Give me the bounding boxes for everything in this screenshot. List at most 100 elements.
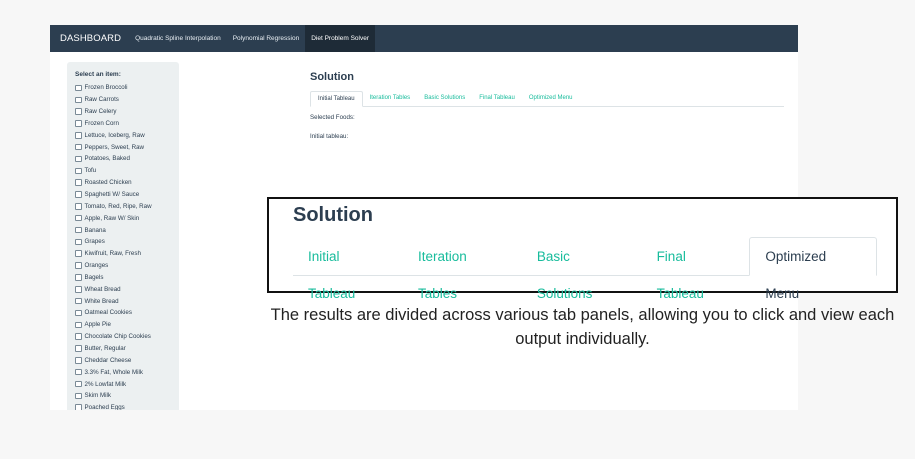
navbar-brand[interactable]: DASHBOARD (50, 25, 129, 52)
food-item[interactable]: Tofu (75, 165, 152, 177)
food-item[interactable]: Raw Celery (75, 106, 152, 118)
checkbox[interactable] (75, 357, 82, 364)
selected-foods-label: Selected Foods: (310, 114, 355, 121)
checkbox[interactable] (75, 250, 82, 257)
food-item[interactable]: Skim Milk (75, 390, 152, 402)
food-item-label: Tomato, Red, Ripe, Raw (84, 202, 152, 210)
checkbox[interactable] (75, 167, 82, 175)
food-item-label: Frozen Broccoli (84, 84, 128, 92)
food-item[interactable]: Grapes (75, 236, 152, 248)
zoomed-tab-optimized-menu[interactable]: Optimized Menu (749, 237, 877, 301)
food-item[interactable]: Chocolate Chip Cookies (75, 331, 152, 343)
food-item-label: Lettuce, Iceberg, Raw (84, 131, 145, 139)
food-item[interactable]: Potatoes, Baked (75, 153, 152, 165)
checkbox[interactable] (75, 143, 82, 151)
top-navbar: DASHBOARD Quadratic Spline Interpolation… (50, 25, 798, 52)
food-item[interactable]: Spaghetti W/ Sauce (75, 189, 152, 201)
checkbox[interactable] (75, 132, 82, 139)
food-item[interactable]: Peppers, Sweet, Raw (75, 141, 152, 153)
food-checkbox-list: Frozen Broccoli Raw Carrots Raw Celery Froz… (75, 82, 152, 410)
checkbox[interactable] (75, 368, 82, 376)
food-item[interactable]: Apple Pie (75, 319, 152, 331)
food-item-label: 2% Lowfat Milk (84, 380, 127, 388)
food-item-label: Frozen Corn (84, 119, 119, 127)
checkbox[interactable] (75, 333, 82, 340)
checkbox[interactable] (75, 321, 82, 329)
zoomed-tab-basic-solutions[interactable]: Basic Solutions (522, 238, 642, 301)
food-item[interactable]: Roasted Chicken (75, 177, 152, 189)
zoomed-tab-iteration-tables[interactable]: Iteration Tables (403, 238, 522, 301)
food-item[interactable]: Kiwifruit, Raw, Fresh (75, 248, 152, 260)
food-item[interactable]: Lettuce, Iceberg, Raw (75, 129, 152, 141)
food-item[interactable]: 3.3% Fat, Whole Milk (75, 366, 152, 378)
food-item-label: White Bread (84, 297, 119, 305)
nav-item-polynomial-regression[interactable]: Polynomial Regression (227, 25, 305, 52)
food-item-label: Wheat Bread (84, 285, 121, 293)
zoomed-tabs-callout: Solution Initial Tableau Iteration Table… (267, 197, 898, 301)
food-item[interactable]: Butter, Regular (75, 343, 152, 355)
checkbox[interactable] (75, 155, 82, 163)
food-item-label: Potatoes, Baked (84, 155, 130, 163)
tab-initial-tableau[interactable]: Initial Tableau (310, 91, 363, 107)
checkbox[interactable] (75, 345, 82, 352)
food-item[interactable]: Apple, Raw W/ Skin (75, 212, 152, 224)
nav-item-quadratic-spline[interactable]: Quadratic Spline Interpolation (129, 25, 227, 52)
food-item-label: Grapes (84, 238, 105, 246)
food-item-label: 3.3% Fat, Whole Milk (84, 368, 143, 376)
tab-basic-solutions[interactable]: Basic Solutions (417, 91, 472, 106)
checkbox[interactable] (75, 297, 82, 305)
food-item-label: Kiwifruit, Raw, Fresh (84, 250, 141, 258)
checkbox[interactable] (75, 238, 82, 246)
food-item[interactable]: Frozen Corn (75, 118, 152, 130)
food-item-label: Peppers, Sweet, Raw (84, 143, 145, 151)
food-item[interactable]: Tomato, Red, Ripe, Raw (75, 200, 152, 212)
food-item[interactable]: Oatmeal Cookies (75, 307, 152, 319)
food-item[interactable]: 2% Lowfat Milk (75, 378, 152, 390)
food-item-label: Chocolate Chip Cookies (84, 333, 151, 341)
food-item-label: Spaghetti W/ Sauce (84, 191, 140, 199)
solution-tabs: Initial Tableau Iteration Tables Basic S… (310, 91, 784, 107)
sidebar-panel: Select an item: Frozen Broccoli Raw Carro… (67, 62, 179, 410)
food-item[interactable]: Wheat Bread (75, 283, 152, 295)
checkbox[interactable] (75, 179, 82, 186)
checkbox[interactable] (75, 309, 82, 317)
checkbox[interactable] (75, 392, 82, 400)
food-item[interactable]: White Bread (75, 295, 152, 307)
checkbox[interactable] (75, 214, 82, 222)
checkbox[interactable] (75, 226, 82, 234)
food-item-label: Raw Carrots (84, 96, 119, 104)
tab-final-tableau[interactable]: Final Tableau (472, 91, 522, 106)
food-item[interactable]: Banana (75, 224, 152, 236)
food-item[interactable]: Cheddar Cheese (75, 354, 152, 366)
zoomed-tab-final-tableau[interactable]: Final Tableau (642, 238, 750, 301)
food-item[interactable]: Raw Carrots (75, 94, 152, 106)
checkbox[interactable] (75, 274, 82, 281)
checkbox[interactable] (75, 84, 82, 92)
checkbox[interactable] (75, 262, 82, 269)
food-item-label: Raw Celery (84, 108, 117, 116)
sidebar-title: Select an item: (75, 71, 121, 78)
food-item-label: Cheddar Cheese (84, 356, 132, 364)
food-item[interactable]: Poached Eggs (75, 402, 152, 410)
food-item-label: Oranges (84, 262, 109, 270)
checkbox[interactable] (75, 120, 82, 127)
food-item[interactable]: Frozen Broccoli (75, 82, 152, 94)
checkbox[interactable] (75, 286, 82, 293)
checkbox[interactable] (75, 203, 82, 210)
food-item[interactable]: Bagels (75, 272, 152, 284)
tab-iteration-tables[interactable]: Iteration Tables (363, 91, 418, 106)
food-item-label: Apple, Raw W/ Skin (84, 214, 140, 222)
checkbox[interactable] (75, 108, 82, 115)
checkbox[interactable] (75, 96, 82, 104)
tab-optimized-menu[interactable]: Optimized Menu (522, 91, 580, 106)
zoomed-tab-initial-tableau[interactable]: Initial Tableau (293, 238, 403, 301)
nav-item-diet-problem-solver[interactable]: Diet Problem Solver (305, 25, 376, 52)
food-item[interactable]: Oranges (75, 260, 152, 272)
zoomed-tab-bar: Initial Tableau Iteration Tables Basic S… (293, 237, 877, 301)
checkbox[interactable] (75, 404, 82, 410)
food-item-label: Butter, Regular (84, 344, 126, 352)
checkbox[interactable] (75, 191, 82, 198)
checkbox[interactable] (75, 380, 82, 388)
food-item-label: Tofu (84, 167, 97, 175)
solution-title: Solution (310, 71, 354, 83)
